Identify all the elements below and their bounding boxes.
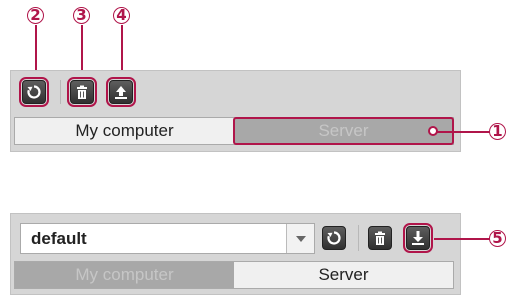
bottom-location-tabs: My computer Server	[14, 261, 454, 289]
refresh-icon	[27, 85, 41, 99]
chevron-down-icon	[295, 235, 306, 242]
delete-button-bottom[interactable]	[368, 226, 392, 250]
callout-4: 4	[113, 7, 130, 24]
tab-my-computer[interactable]: My computer	[15, 118, 234, 144]
upload-button[interactable]	[106, 77, 136, 107]
callout-1: 1	[489, 123, 506, 140]
callout-5-line	[434, 238, 490, 240]
refresh-icon	[327, 231, 341, 245]
refresh-button-bottom[interactable]	[322, 226, 346, 250]
tab-my-computer-bottom[interactable]: My computer	[15, 262, 234, 288]
profile-select[interactable]: default	[20, 223, 315, 254]
profile-dropdown-button[interactable]	[286, 224, 314, 253]
top-location-tabs: My computer Server	[14, 117, 454, 145]
trash-icon	[375, 231, 385, 245]
upload-icon	[115, 86, 127, 99]
tab-server[interactable]: Server	[233, 117, 454, 145]
callout-3: 3	[73, 7, 90, 24]
toolbar-separator	[60, 80, 61, 104]
trash-icon	[77, 85, 87, 99]
toolbar-separator	[358, 225, 359, 251]
callout-1-line	[434, 131, 490, 133]
delete-button[interactable]	[67, 77, 97, 107]
callout-5: 5	[489, 230, 506, 247]
download-button[interactable]	[403, 223, 433, 253]
download-icon	[412, 231, 424, 245]
callout-2: 2	[27, 7, 44, 24]
callout-1-dot	[428, 126, 438, 136]
tab-server-bottom[interactable]: Server	[234, 262, 453, 288]
refresh-button[interactable]	[19, 77, 49, 107]
